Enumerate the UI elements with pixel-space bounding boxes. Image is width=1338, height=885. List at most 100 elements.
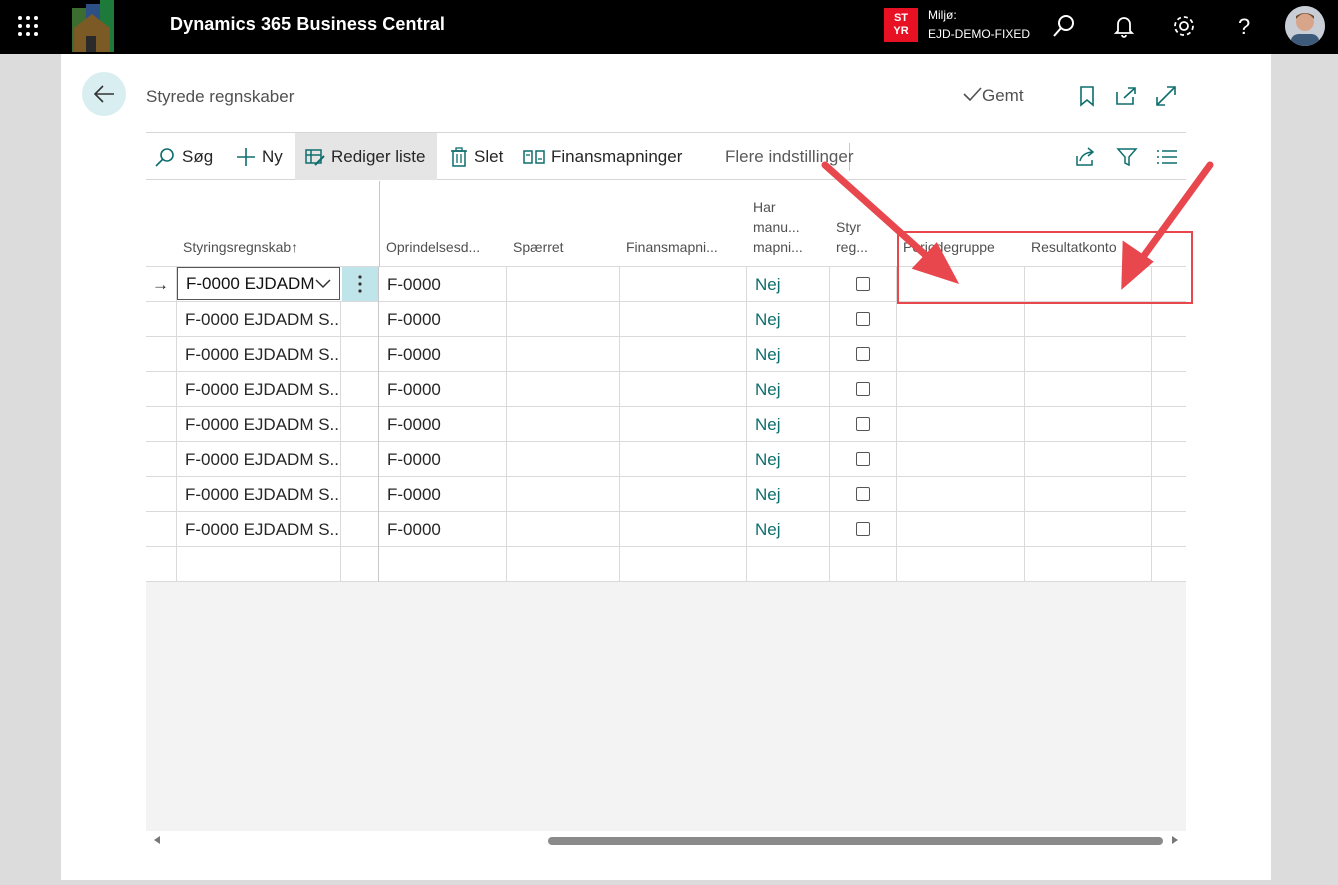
period-group-cell[interactable] — [897, 512, 1025, 547]
result-account-cell[interactable] — [1025, 302, 1152, 337]
row-actions-cell[interactable] — [341, 442, 379, 477]
table-row[interactable]: F-0000 EJDADM S... F-0000 Nej — [146, 337, 1186, 372]
column-header-styringsregnskab[interactable]: Styringsregnskab↑ — [183, 237, 298, 257]
mapping-cell[interactable] — [620, 302, 747, 337]
manual-mapping-cell[interactable]: Nej — [747, 407, 830, 442]
manual-mapping-cell[interactable]: Nej — [747, 302, 830, 337]
table-row[interactable]: F-0000 EJDADM S... F-0000 Nej — [146, 372, 1186, 407]
row-actions-cell[interactable] — [341, 337, 379, 372]
control-account-cell[interactable] — [830, 372, 897, 407]
empty-cell[interactable] — [747, 547, 830, 582]
waffle-icon[interactable] — [16, 14, 40, 38]
account-cell[interactable]: F-0000 EJDADM S... — [177, 372, 341, 407]
origin-cell[interactable]: F-0000 — [379, 477, 507, 512]
manual-mapping-cell[interactable]: Nej — [747, 442, 830, 477]
period-group-cell[interactable] — [897, 302, 1025, 337]
blocked-cell[interactable] — [507, 477, 620, 512]
scroll-left-icon[interactable] — [152, 835, 162, 845]
account-cell[interactable]: F-0000 EJDADM S... — [177, 442, 341, 477]
column-header-manual-mapning[interactable]: Har manu... mapni... — [753, 197, 803, 257]
row-actions-cell[interactable] — [341, 407, 379, 442]
empty-cell[interactable] — [620, 547, 747, 582]
checkbox[interactable] — [856, 382, 870, 396]
period-group-cell[interactable] — [897, 442, 1025, 477]
empty-cell[interactable] — [830, 547, 897, 582]
control-account-cell[interactable] — [830, 302, 897, 337]
finance-mappings-button[interactable]: Finansmapninger — [523, 133, 682, 180]
result-account-cell[interactable] — [1025, 407, 1152, 442]
origin-cell[interactable]: F-0000 — [379, 407, 507, 442]
empty-cell[interactable] — [897, 547, 1025, 582]
period-group-cell[interactable] — [897, 372, 1025, 407]
origin-cell[interactable]: F-0000 — [379, 372, 507, 407]
blocked-cell[interactable] — [507, 512, 620, 547]
mapping-cell[interactable] — [620, 442, 747, 477]
control-account-cell[interactable] — [830, 477, 897, 512]
edit-list-button[interactable]: Rediger liste — [295, 133, 437, 180]
result-account-cell[interactable] — [1025, 442, 1152, 477]
mapping-cell[interactable] — [620, 372, 747, 407]
checkbox[interactable] — [856, 487, 870, 501]
empty-cell[interactable] — [379, 547, 507, 582]
bookmark-icon[interactable] — [1075, 84, 1099, 108]
mapping-cell[interactable] — [620, 267, 747, 302]
blocked-cell[interactable] — [507, 407, 620, 442]
origin-cell[interactable]: F-0000 — [379, 337, 507, 372]
help-icon[interactable]: ? — [1230, 12, 1258, 40]
blocked-cell[interactable] — [507, 372, 620, 407]
back-button[interactable] — [82, 72, 126, 116]
table-row[interactable]: F-0000 EJDADM S... F-0000 Nej — [146, 442, 1186, 477]
account-cell[interactable]: F-0000 EJDADM S... — [177, 302, 341, 337]
column-header-spaerret[interactable]: Spærret — [513, 237, 564, 257]
column-header-finansmapning[interactable]: Finansmapni... — [626, 237, 718, 257]
account-cell[interactable]: F-0000 EJDADM S... — [177, 512, 341, 547]
row-actions-cell[interactable] — [341, 372, 379, 407]
delete-button[interactable]: Slet — [450, 133, 503, 180]
row-actions-cell[interactable] — [341, 477, 379, 512]
search-button[interactable]: Søg — [154, 133, 213, 180]
origin-cell[interactable]: F-0000 — [379, 442, 507, 477]
account-cell[interactable]: F-0000 EJDADM S... — [177, 477, 341, 512]
blocked-cell[interactable] — [507, 267, 620, 302]
result-account-cell[interactable] — [1025, 512, 1152, 547]
table-row[interactable]: F-0000 EJDADM S... F-0000 Nej — [146, 477, 1186, 512]
empty-row[interactable] — [146, 547, 1186, 582]
blocked-cell[interactable] — [507, 302, 620, 337]
blocked-cell[interactable] — [507, 337, 620, 372]
row-actions-cell[interactable] — [341, 512, 379, 547]
mapping-cell[interactable] — [620, 512, 747, 547]
column-header-oprindelse[interactable]: Oprindelsesd... — [386, 237, 480, 257]
control-account-cell[interactable] — [830, 512, 897, 547]
checkbox[interactable] — [856, 347, 870, 361]
new-button[interactable]: Ny — [236, 133, 283, 180]
control-account-cell[interactable] — [830, 442, 897, 477]
app-title[interactable]: Dynamics 365 Business Central — [170, 14, 445, 35]
search-icon[interactable] — [1050, 12, 1078, 40]
period-group-cell[interactable] — [897, 477, 1025, 512]
checkbox[interactable] — [856, 417, 870, 431]
account-cell[interactable]: F-0000 EJDADM S... — [177, 337, 341, 372]
mapping-cell[interactable] — [620, 407, 747, 442]
result-account-cell[interactable] — [1025, 477, 1152, 512]
mapping-cell[interactable] — [620, 477, 747, 512]
blocked-cell[interactable] — [507, 442, 620, 477]
avatar[interactable] — [1285, 6, 1325, 46]
table-row[interactable]: F-0000 EJDADM S... F-0000 Nej — [146, 302, 1186, 337]
empty-cell[interactable] — [1025, 547, 1152, 582]
control-account-cell[interactable] — [830, 337, 897, 372]
checkbox[interactable] — [856, 452, 870, 466]
origin-cell[interactable]: F-0000 — [379, 267, 507, 302]
result-account-cell[interactable] — [1025, 372, 1152, 407]
manual-mapping-cell[interactable]: Nej — [747, 477, 830, 512]
account-dropdown[interactable]: F-0000 EJDADM — [177, 267, 340, 300]
manual-mapping-cell[interactable]: Nej — [747, 512, 830, 547]
result-account-cell[interactable] — [1025, 337, 1152, 372]
checkbox[interactable] — [856, 522, 870, 536]
scrollbar-thumb[interactable] — [548, 837, 1163, 845]
gear-icon[interactable] — [1170, 12, 1198, 40]
empty-cell[interactable] — [507, 547, 620, 582]
origin-cell[interactable]: F-0000 — [379, 512, 507, 547]
checkbox[interactable] — [856, 312, 870, 326]
table-row[interactable]: F-0000 EJDADM S... F-0000 Nej — [146, 407, 1186, 442]
period-group-cell[interactable] — [897, 337, 1025, 372]
